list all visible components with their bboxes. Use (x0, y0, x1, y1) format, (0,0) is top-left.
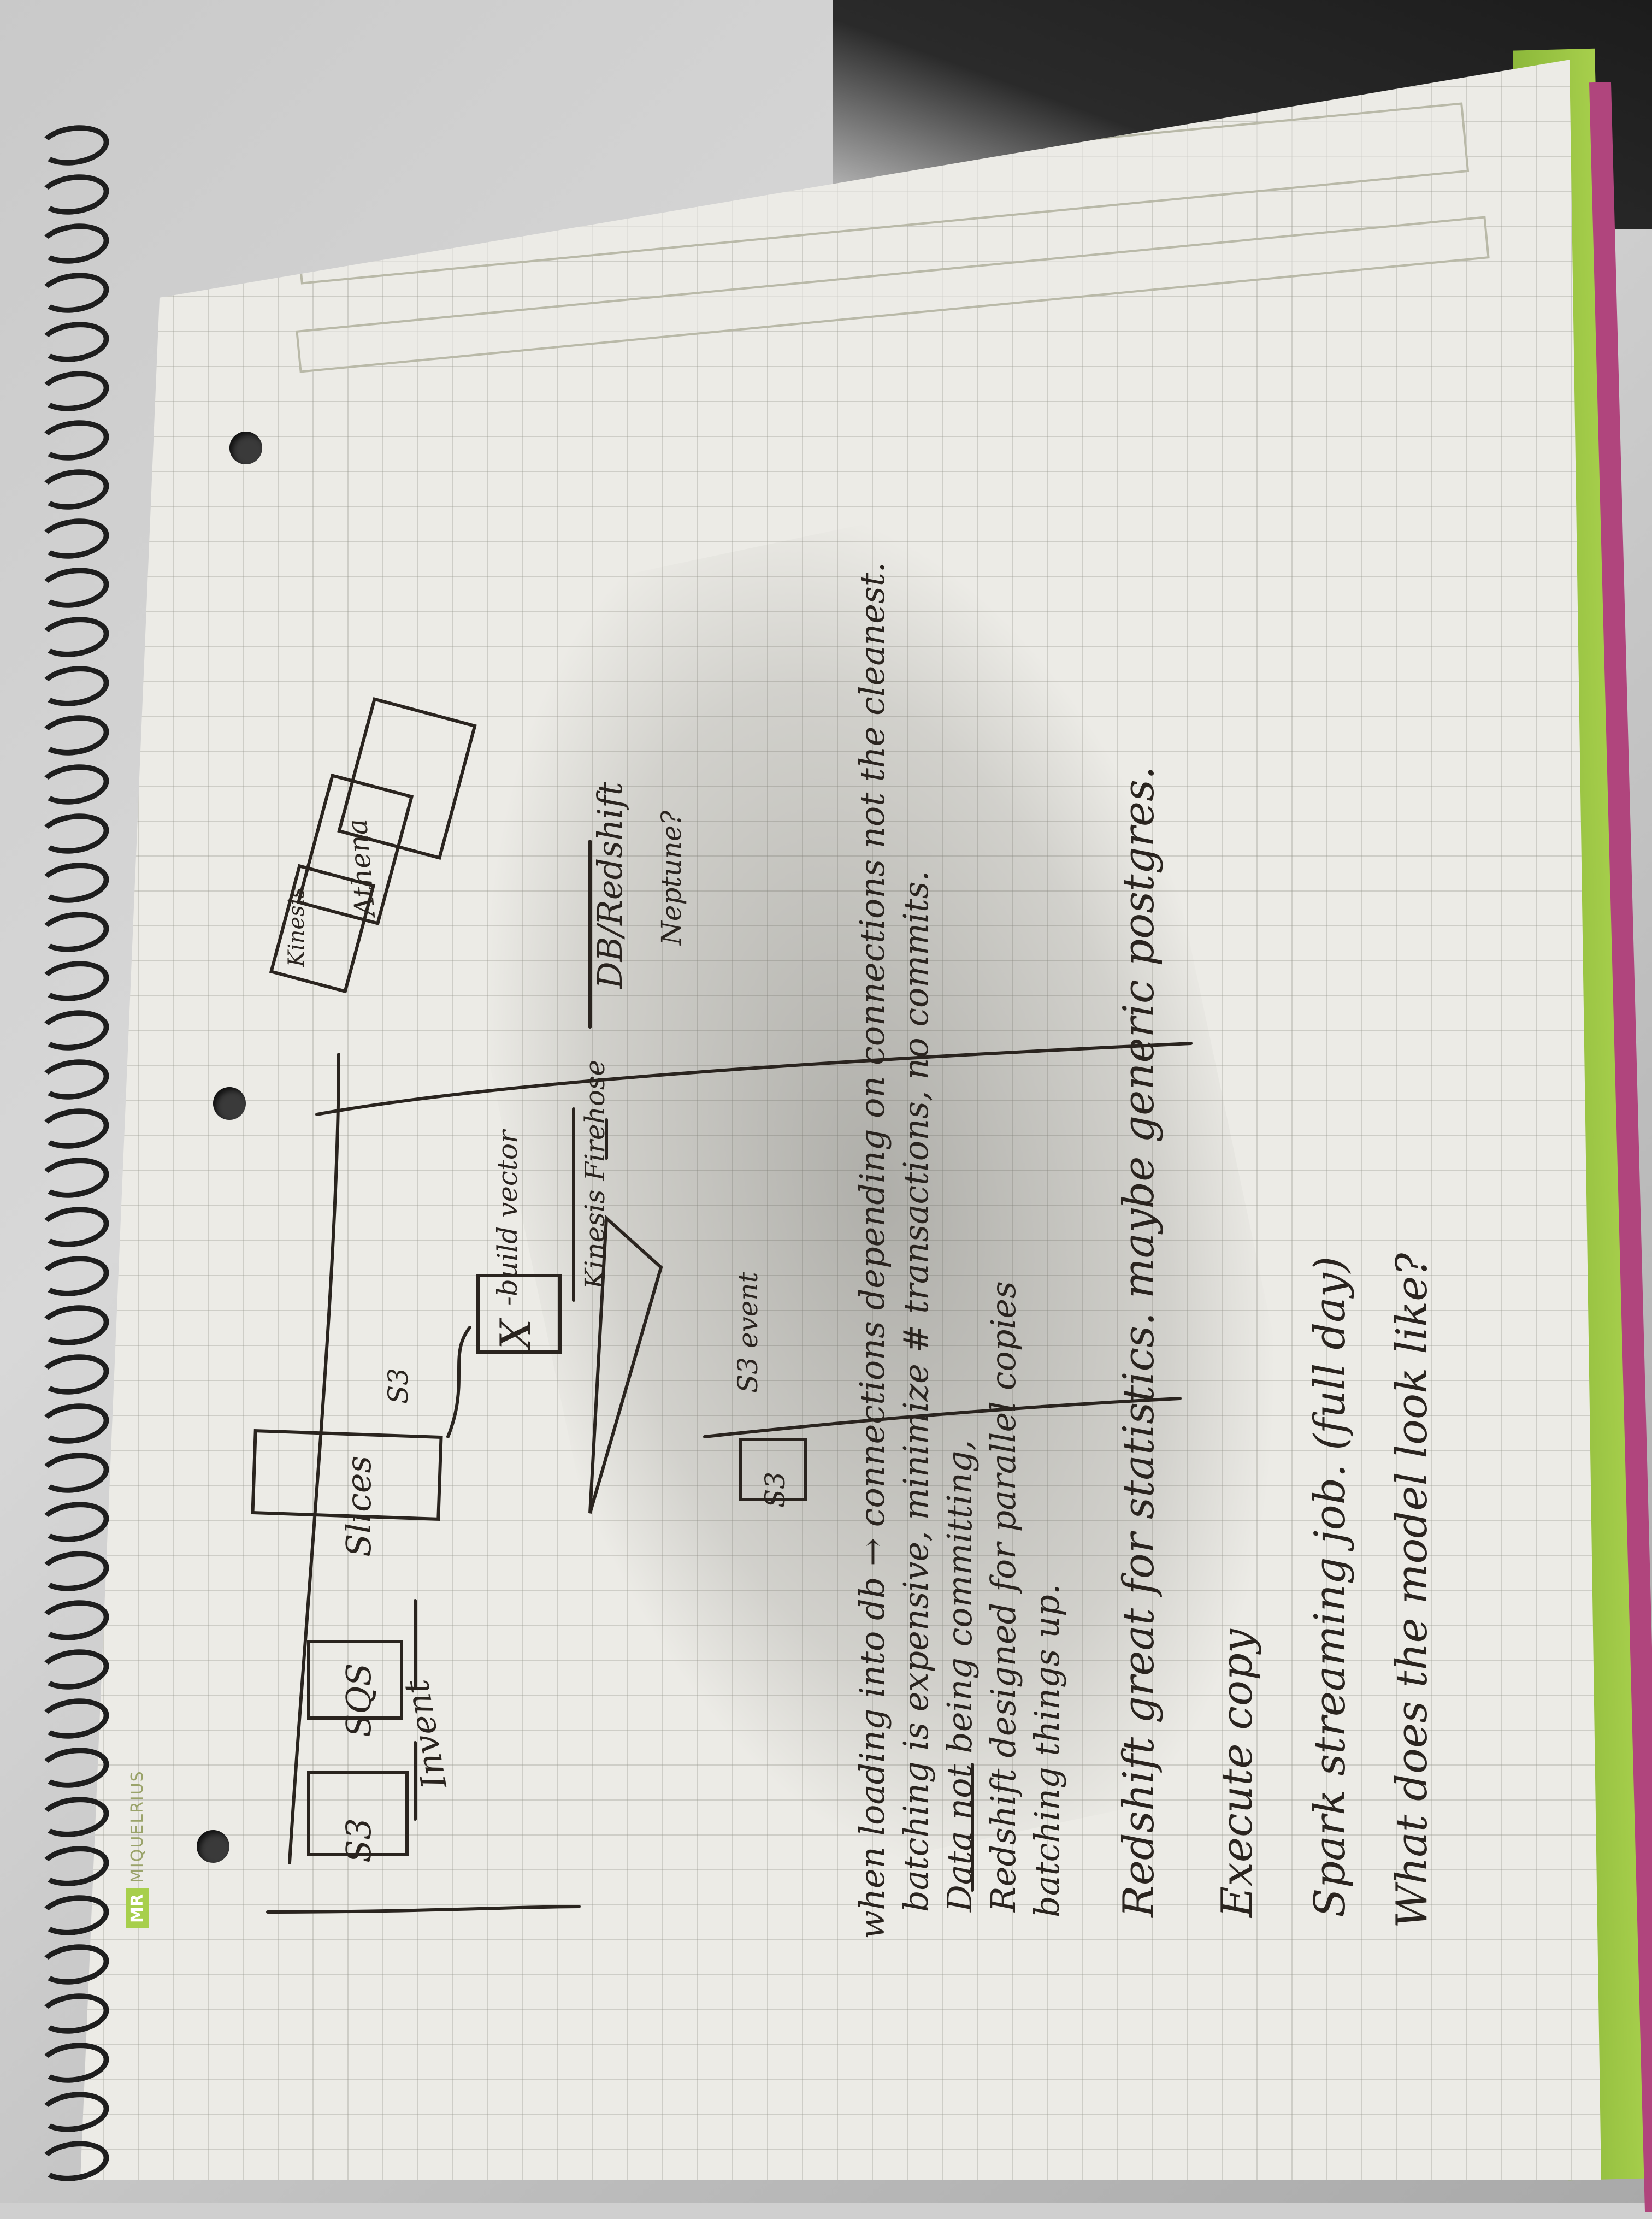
spiral-coil (36, 1006, 112, 1055)
spiral-coil (36, 1842, 112, 1891)
spiral-coil (36, 1399, 112, 1448)
spiral-coil (36, 1153, 112, 1202)
spiral-coil (36, 1694, 112, 1743)
spiral-coil (36, 1448, 112, 1497)
diagram-label: S3 event (732, 1272, 764, 1393)
spiral-coil (36, 612, 112, 662)
notebook: S3 SQS Slices S3 Invent X -build vector … (33, 16, 1652, 2212)
diagram-label: SQS (339, 1663, 379, 1737)
spiral-coil (36, 1940, 112, 1989)
spiral-coil (36, 711, 112, 760)
spiral-coil (36, 170, 112, 219)
diagram-label: X (492, 1319, 541, 1349)
note-line: Data not being committing, (940, 1439, 980, 1912)
diagram-label: S3 (339, 1818, 379, 1863)
note-line: batching things up. (1027, 1584, 1067, 1917)
spiral-coil (36, 268, 112, 317)
brand-logo: MR (126, 1888, 149, 1928)
spiral-coil (36, 1252, 112, 1301)
spiral-coil (36, 1989, 112, 2038)
note-line: Execute copy (1213, 1629, 1262, 1917)
note-line: Redshift designed for parallel copies (983, 1281, 1023, 1912)
spiral-coil (36, 2038, 112, 2087)
spiral-coil (36, 760, 112, 809)
spiral-coil (36, 563, 112, 612)
spiral-coil (36, 907, 112, 957)
spiral-coil (36, 416, 112, 465)
brand-name: MIQUELRIUS (128, 1770, 147, 1884)
spiral-coil (36, 2087, 112, 2137)
spiral-coil (36, 514, 112, 563)
diagram-label: Kinesis (284, 887, 309, 967)
spiral-coil (36, 1645, 112, 1694)
spiral-coil (36, 317, 112, 367)
spiral-coil (36, 957, 112, 1006)
handwritten-diagram (251, 697, 1193, 1914)
spiral-coil (36, 1792, 112, 1842)
spiral-coil (36, 219, 112, 268)
spiral-coil (36, 1497, 112, 1547)
spiral-coil (36, 1301, 112, 1350)
note-line: Spark streaming job. (full day) (1306, 1256, 1355, 1917)
diagram-label: S3 (382, 1367, 414, 1404)
diagram-label: DB/Redshift (590, 782, 630, 989)
spiral-coil (36, 465, 112, 514)
spiral-coil (36, 121, 112, 170)
note-line: What does the model look like? (1388, 1253, 1437, 1928)
note-line: when loading into db → connections depen… (852, 562, 892, 1939)
spiral-coil (36, 858, 112, 907)
spiral-coil (36, 1202, 112, 1252)
spiral-coil (36, 1596, 112, 1645)
diagram-label: S3 (759, 1471, 791, 1508)
spiral-coil (36, 1547, 112, 1596)
spiral-coil (36, 662, 112, 711)
spiral-coil (36, 1055, 112, 1104)
spiral-coil (36, 809, 112, 858)
note-line: Redshift great for statistics. maybe gen… (1114, 766, 1164, 1917)
notebook-page: S3 SQS Slices S3 Invent X -build vector … (80, 60, 1601, 2180)
spiral-coil (36, 2137, 112, 2186)
diagram-label: Neptune? (656, 810, 687, 945)
spiral-coil (36, 1104, 112, 1153)
notebook-brand: MR MIQUELRIUS (126, 1770, 149, 1928)
diagram-label: Kinesis Firehose (579, 1059, 611, 1289)
spiral-binding (33, 121, 197, 2219)
spiral-coil (36, 1891, 112, 1940)
photo-scene: S3 SQS Slices S3 Invent X -build vector … (0, 0, 1652, 2212)
spiral-coil (36, 1743, 112, 1792)
diagram-label: Slices (339, 1455, 379, 1557)
spiral-coil (36, 367, 112, 416)
note-line: batching is expensive, minimize # transa… (896, 870, 936, 1912)
diagram-label: -build vector (492, 1130, 523, 1306)
spiral-coil (36, 1350, 112, 1399)
